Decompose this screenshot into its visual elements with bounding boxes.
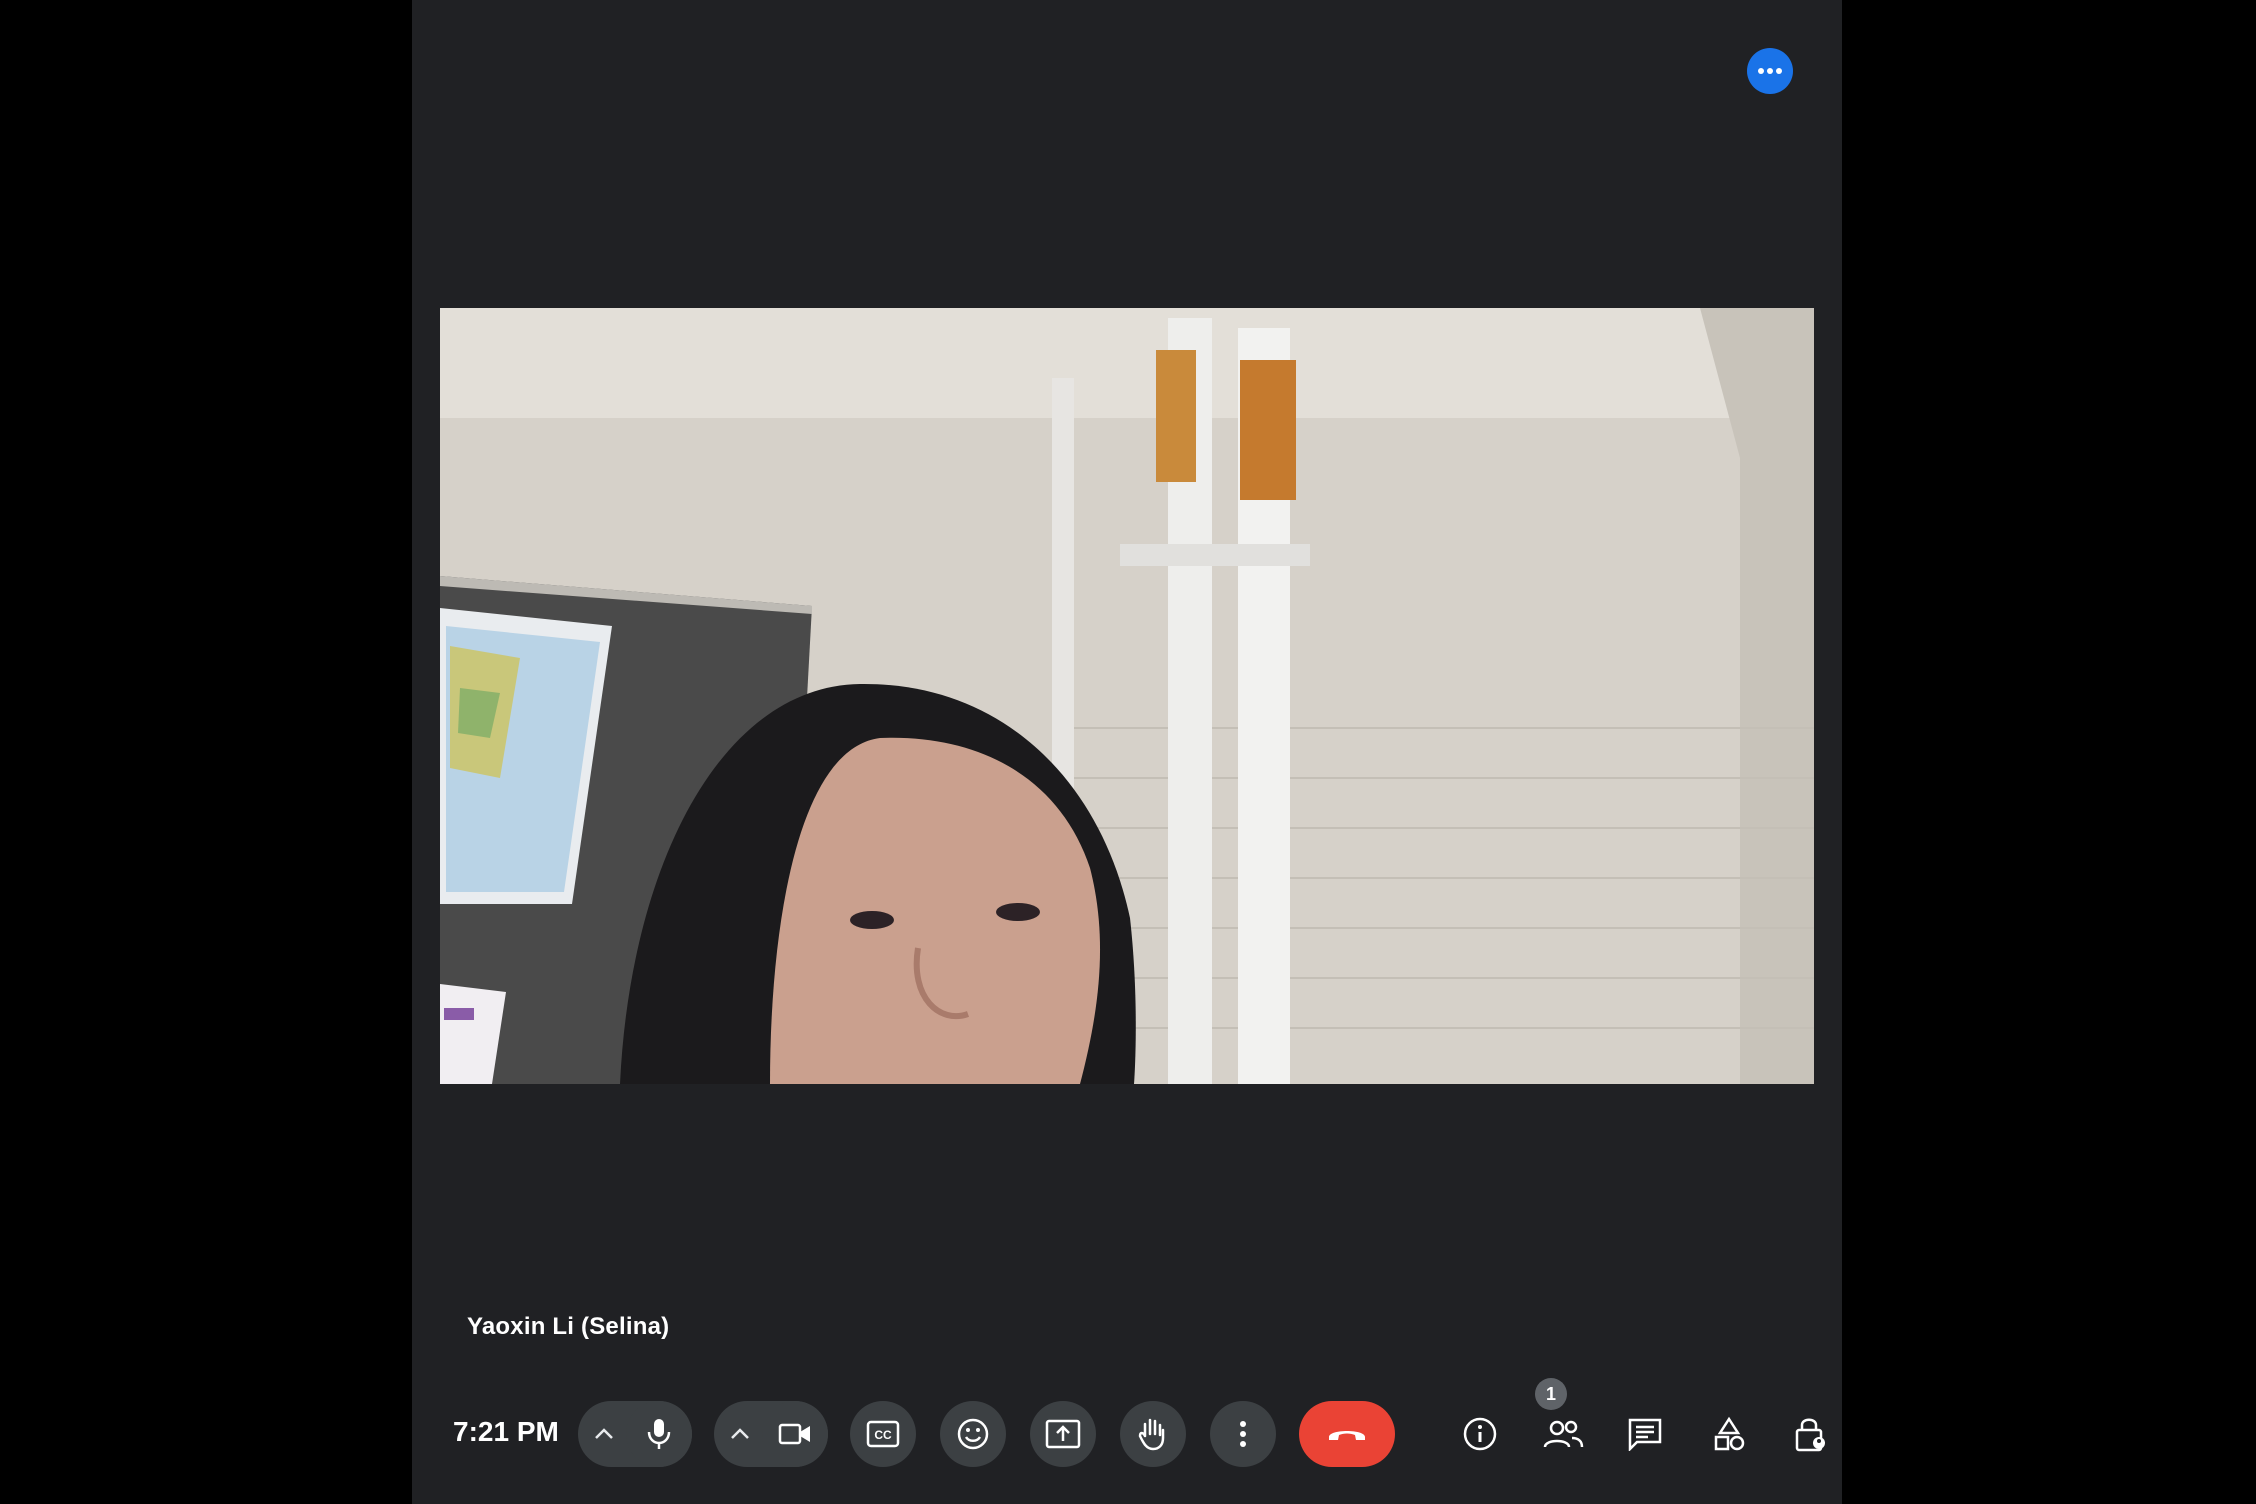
activities-icon bbox=[1714, 1416, 1745, 1451]
video-controls bbox=[714, 1401, 828, 1467]
info-icon bbox=[1463, 1417, 1497, 1451]
video-frame-image bbox=[440, 308, 1814, 1084]
svg-text:CC: CC bbox=[874, 1428, 892, 1442]
audio-settings-button[interactable] bbox=[578, 1401, 630, 1467]
present-screen-icon bbox=[1045, 1419, 1081, 1449]
emoji-icon bbox=[957, 1418, 989, 1450]
meeting-toolbar: 7:21 PM CC 1 bbox=[412, 1378, 1844, 1480]
chat-button[interactable] bbox=[1612, 1401, 1678, 1467]
hand-icon bbox=[1138, 1418, 1165, 1451]
call-end-icon bbox=[1329, 1431, 1365, 1440]
present-button[interactable] bbox=[1030, 1401, 1096, 1467]
host-controls-button[interactable] bbox=[1778, 1401, 1844, 1467]
closed-caption-icon: CC bbox=[866, 1420, 900, 1448]
chevron-up-icon bbox=[595, 1428, 613, 1439]
raise-hand-button[interactable] bbox=[1120, 1401, 1186, 1467]
lock-person-icon bbox=[1795, 1418, 1825, 1452]
captions-button[interactable]: CC bbox=[850, 1401, 916, 1467]
chevron-up-icon bbox=[731, 1428, 749, 1439]
mic-button[interactable] bbox=[626, 1401, 692, 1467]
more-horiz-icon bbox=[1758, 68, 1782, 74]
video-settings-button[interactable] bbox=[714, 1401, 766, 1467]
more-options-button[interactable] bbox=[1747, 48, 1793, 94]
more-options-menu-button[interactable] bbox=[1210, 1401, 1276, 1467]
chat-icon bbox=[1628, 1418, 1662, 1451]
reactions-button[interactable] bbox=[940, 1401, 1006, 1467]
more-vert-icon bbox=[1240, 1421, 1246, 1447]
audio-controls bbox=[578, 1401, 692, 1467]
mic-icon bbox=[647, 1419, 671, 1449]
people-button[interactable] bbox=[1530, 1401, 1596, 1467]
people-icon bbox=[1543, 1420, 1584, 1448]
leave-call-button[interactable] bbox=[1299, 1401, 1395, 1467]
activities-button[interactable] bbox=[1696, 1401, 1762, 1467]
meeting-details-button[interactable] bbox=[1447, 1401, 1513, 1467]
participant-video bbox=[440, 308, 1814, 1084]
meeting-stage: Yaoxin Li (Selina) 7:21 PM CC 1 bbox=[412, 0, 1842, 1504]
camera-button[interactable] bbox=[762, 1401, 828, 1467]
videocam-icon bbox=[778, 1423, 810, 1445]
participant-name-label: Yaoxin Li (Selina) bbox=[467, 1313, 670, 1340]
meeting-time: 7:21 PM bbox=[453, 1416, 559, 1447]
